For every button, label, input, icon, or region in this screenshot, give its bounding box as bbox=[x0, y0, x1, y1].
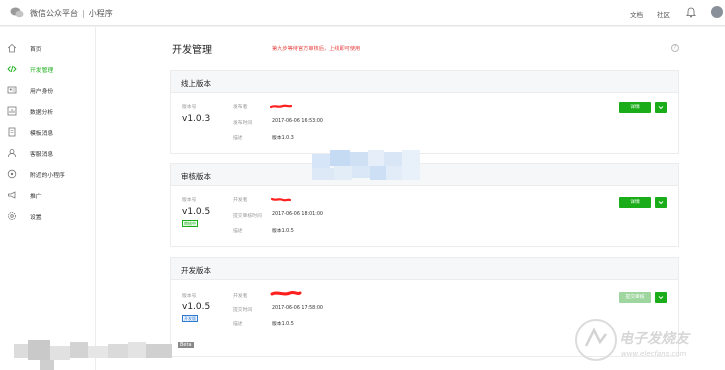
sidebar-item-label: 模板消息 bbox=[30, 131, 54, 137]
field-value: 版本1.0.5 bbox=[272, 229, 294, 234]
sidebar-item-home[interactable]: 首页 bbox=[0, 41, 96, 55]
sidebar-item-analytics[interactable]: 数据分析 bbox=[0, 104, 96, 118]
version-label: 版本号 bbox=[182, 294, 197, 299]
headset-icon bbox=[8, 149, 16, 158]
card-header: 线上版本 bbox=[171, 71, 678, 93]
document-icon bbox=[8, 127, 16, 137]
field-key: 描述 bbox=[233, 229, 243, 234]
code-icon bbox=[7, 65, 17, 73]
megaphone-icon bbox=[8, 191, 16, 199]
card-header: 审核版本 bbox=[171, 164, 678, 186]
online-version-card: 线上版本 版本号 v1.0.3 发布者 发布时间 2017-06-06 16:5… bbox=[170, 70, 679, 154]
field-key: 提交审核时间 bbox=[233, 214, 262, 219]
sidebar-item-dev-management[interactable]: 开发管理 bbox=[0, 62, 96, 76]
details-button[interactable]: 详情 bbox=[619, 102, 651, 113]
field-key: 发布时间 bbox=[233, 121, 253, 126]
wechat-logo-icon bbox=[10, 7, 24, 18]
home-icon bbox=[7, 43, 17, 53]
community-link[interactable]: 社区 bbox=[657, 9, 670, 19]
user-icon bbox=[7, 86, 17, 94]
gear-icon bbox=[8, 212, 16, 220]
field-value: 2017-06-06 17:58:00 bbox=[272, 306, 323, 311]
sidebar-item-nearby-miniprogram[interactable]: 附近的小程序 bbox=[0, 167, 96, 181]
version-label: 版本号 bbox=[182, 105, 197, 110]
submit-review-button[interactable]: 提交审核 bbox=[619, 292, 651, 303]
version-label: 版本号 bbox=[182, 198, 197, 203]
redaction-mark bbox=[270, 290, 302, 296]
version-number: v1.0.5 bbox=[182, 207, 211, 217]
field-key: 描述 bbox=[233, 322, 243, 327]
sidebar-item-label: 用户身份 bbox=[30, 89, 54, 95]
field-value: 版本1.0.3 bbox=[272, 136, 294, 141]
card-header: 开发版本 bbox=[171, 258, 678, 280]
watermark-url: www.elecfans.com bbox=[621, 350, 687, 358]
sidebar-item-label: 设置 bbox=[30, 215, 42, 221]
bell-icon[interactable] bbox=[686, 7, 696, 18]
chevron-down-icon bbox=[658, 296, 664, 300]
sidebar-item-label: 开发管理 bbox=[30, 68, 54, 74]
field-key: 开发者 bbox=[233, 198, 248, 203]
docs-link[interactable]: 文档 bbox=[630, 9, 643, 19]
field-key: 提交时间 bbox=[233, 308, 253, 313]
brand-separator: | bbox=[82, 9, 85, 18]
platform-brand: 微信公众平台 | 小程序 bbox=[30, 8, 113, 19]
more-dropdown[interactable] bbox=[655, 292, 667, 303]
version-number: v1.0.5 bbox=[182, 302, 211, 312]
version-number: v1.0.3 bbox=[182, 114, 211, 124]
sidebar-item-label: 首页 bbox=[30, 47, 42, 53]
field-value: 2017-06-06 18:01:00 bbox=[272, 212, 323, 217]
step-annotation: 第九步等待官方审核后，上线即可使用 bbox=[272, 46, 361, 52]
beta-badge: Beta bbox=[178, 342, 194, 348]
top-bar: 微信公众平台 | 小程序 文档 社区 bbox=[0, 0, 725, 26]
location-icon bbox=[7, 169, 17, 179]
sidebar-item-user-identity[interactable]: 用户身份 bbox=[0, 83, 96, 97]
product-name: 小程序 bbox=[88, 9, 113, 18]
field-key: 描述 bbox=[233, 136, 243, 141]
details-button[interactable]: 详情 bbox=[619, 197, 651, 208]
status-badge: 开发版 bbox=[182, 315, 198, 322]
help-icon[interactable]: ? bbox=[671, 44, 679, 52]
field-value: 2017-06-06 16:53:00 bbox=[272, 119, 323, 124]
status-badge: 审核中 bbox=[182, 220, 198, 227]
more-dropdown[interactable] bbox=[655, 197, 667, 208]
sidebar-item-promotion[interactable]: 推广 bbox=[0, 188, 96, 202]
sidebar-item-settings[interactable]: 设置 bbox=[0, 209, 96, 223]
sidebar: 首页 开发管理 用户身份 数据分析 模板消息 客服消息 附近的小程序 推广 设置 bbox=[0, 27, 96, 370]
card-title: 开发版本 bbox=[181, 266, 211, 275]
chevron-down-icon bbox=[658, 201, 664, 205]
card-title: 线上版本 bbox=[181, 79, 211, 88]
watermark-text: 电子发烧友 bbox=[619, 331, 689, 347]
field-key: 发布者 bbox=[233, 105, 248, 110]
field-key: 开发者 bbox=[233, 294, 248, 299]
pixelated-overlay bbox=[312, 150, 420, 180]
sidebar-item-label: 推广 bbox=[30, 194, 42, 200]
redaction-mark bbox=[270, 197, 292, 202]
more-dropdown[interactable] bbox=[655, 102, 667, 113]
sidebar-item-customer-service[interactable]: 客服消息 bbox=[0, 146, 96, 160]
field-value: 版本1.0.5 bbox=[272, 322, 294, 327]
sidebar-item-template-messages[interactable]: 模板消息 bbox=[0, 125, 96, 139]
card-title: 审核版本 bbox=[181, 172, 211, 181]
chevron-down-icon bbox=[658, 106, 664, 110]
pixelated-overlay bbox=[14, 340, 172, 370]
sidebar-item-label: 客服消息 bbox=[30, 152, 54, 158]
review-version-card: 审核版本 版本号 v1.0.5 审核中 开发者 提交审核时间 2017-06-0… bbox=[170, 163, 679, 247]
sidebar-item-label: 附近的小程序 bbox=[30, 173, 65, 179]
avatar[interactable] bbox=[711, 6, 723, 18]
platform-name: 微信公众平台 bbox=[30, 9, 78, 18]
page-title: 开发管理 bbox=[172, 45, 212, 56]
redaction-mark bbox=[270, 104, 292, 109]
sidebar-item-label: 数据分析 bbox=[30, 110, 54, 116]
chart-icon bbox=[7, 106, 17, 116]
